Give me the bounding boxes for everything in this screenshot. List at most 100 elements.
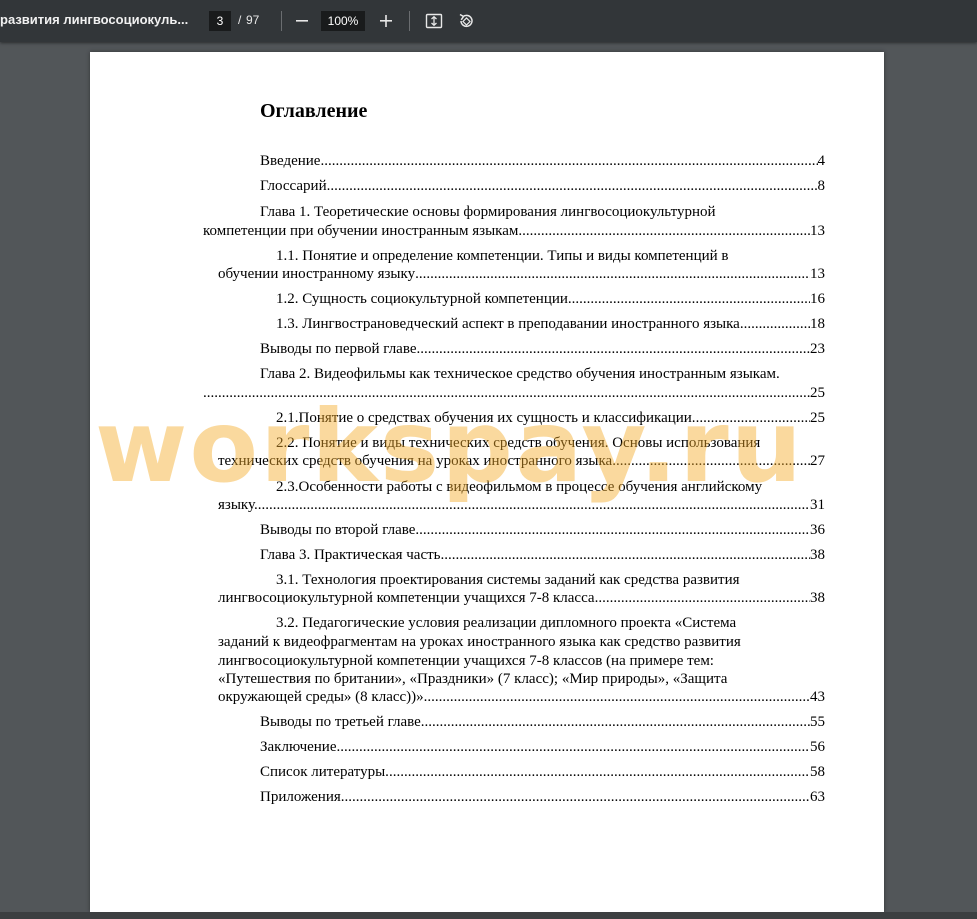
- toc-entry-page: 31: [810, 497, 825, 513]
- toc-entry-text: Список литературы.: [260, 764, 389, 780]
- toc-leader: [203, 384, 810, 403]
- toc-leader: [518, 222, 810, 241]
- toc-entry-line: 3.2. Педагогические условия реализации д…: [276, 615, 737, 631]
- toc-entry[interactable]: Глоссарий 8: [260, 177, 825, 196]
- zoom-out-icon: [296, 20, 308, 22]
- toc-entry-text: лингвосоциокультурной компетенции учащих…: [218, 590, 595, 606]
- toc-title: Оглавление: [260, 100, 368, 122]
- toc-entry-line: лингвосоциокультурной компетенции учащих…: [218, 653, 714, 669]
- toc-entry[interactable]: 1.2. Сущность социокультурной компетенци…: [276, 290, 825, 309]
- toc-entry-text: языку.: [218, 497, 258, 513]
- pdf-page: Оглавление Введение 4 Глоссарий 8 Глава 1…: [90, 52, 884, 912]
- toc-leader: [341, 788, 810, 807]
- toc-entry-line: «Путешествия по британии», «Праздники» (…: [218, 671, 728, 687]
- toc-entry-text: Выводы по второй главе: [260, 522, 416, 538]
- zoom-in-button[interactable]: [373, 8, 399, 34]
- toc-entry-page: 55: [810, 714, 825, 730]
- toc-entry-text: Глоссарий: [260, 178, 327, 194]
- fit-page-button[interactable]: [421, 8, 447, 34]
- toc-entry-line: 1.1. Понятие и определение компетенции. …: [276, 248, 729, 264]
- toc-entry[interactable]: технических средств обучения на уроках и…: [218, 452, 825, 471]
- toc-entry-line: 3.1. Технология проектирования системы з…: [276, 572, 740, 588]
- toc-leader: [616, 452, 810, 471]
- toc-entry-text: Выводы по первой главе: [260, 341, 417, 357]
- page-separator: /: [238, 13, 242, 27]
- toc-entry-page: 38: [810, 590, 825, 606]
- toc-entry-line: заданий к видеофрагментам на уроках инос…: [218, 634, 741, 650]
- toc-entry-text: Заключение: [260, 739, 337, 755]
- toc-entry-page: 13: [810, 266, 825, 282]
- toc-entry[interactable]: лингвосоциокультурной компетенции учащих…: [218, 589, 825, 608]
- toc-entry-text: Введение: [260, 153, 321, 169]
- toc-entry-line: 2.2. Понятие и виды технических средств …: [276, 435, 761, 451]
- toc-leader: [415, 265, 810, 284]
- toc-entry-text: 2.1.Понятие о средствах обучения их сущн…: [276, 410, 696, 426]
- toc-entry[interactable]: Список литературы. 58: [260, 763, 825, 782]
- toc-entry[interactable]: 25: [203, 384, 825, 403]
- toc-leader: [696, 409, 810, 428]
- toc-entry-page: 25: [810, 410, 825, 426]
- toolbar-divider: [281, 11, 282, 31]
- toc-entry-line: 2.3.Особенности работы с видеофильмом в …: [276, 479, 763, 495]
- toc-entry[interactable]: 2.1.Понятие о средствах обучения их сущн…: [276, 409, 825, 428]
- toc-entry-text: обучении иностранному языку: [218, 266, 416, 282]
- toc-entry-page: 36: [810, 522, 825, 538]
- toc-entry-text: Выводы по третьей главе: [260, 714, 421, 730]
- toc-entry-text: 1.2. Сущность социокультурной компетенци…: [276, 291, 572, 307]
- total-pages: 97: [246, 13, 260, 27]
- toc-entry-page: 63: [810, 789, 825, 805]
- toc-entry[interactable]: языку. 31: [218, 496, 825, 515]
- toc-entry-text: 1.3. Лингвострановедческий аспект в преп…: [276, 316, 740, 332]
- toc-leader: [389, 763, 810, 782]
- fit-page-icon: [425, 13, 443, 29]
- toc-entry[interactable]: Приложения 63: [260, 788, 825, 807]
- toc-entry[interactable]: Введение 4: [260, 152, 825, 171]
- toc-leader: [320, 152, 817, 171]
- toc-entry-text: окружающей среды» (8 класс))».: [218, 689, 428, 705]
- toc-leader: [441, 546, 811, 565]
- toc-entry-page: 18: [810, 316, 825, 332]
- toc-entry[interactable]: обучении иностранному языку 13: [218, 265, 825, 284]
- toc-leader: [415, 521, 810, 540]
- toc-entry-page: 43: [810, 689, 825, 705]
- toc-entry[interactable]: Выводы по третьей главе 55: [260, 713, 825, 732]
- toc-entry-page: 13: [810, 223, 825, 239]
- toc-entry-text: Глава 3. Практическая часть: [260, 547, 441, 563]
- toc-entry[interactable]: Выводы по второй главе 36: [260, 521, 825, 540]
- toc-leader: [572, 290, 810, 309]
- toc-entry[interactable]: Глава 3. Практическая часть 38: [260, 546, 825, 565]
- page-number-input[interactable]: 3: [209, 11, 231, 31]
- toc-leader: [258, 496, 810, 515]
- toc-entry[interactable]: окружающей среды» (8 класс))». 43: [218, 688, 825, 707]
- toc-entry-page: 16: [810, 291, 825, 307]
- toc-entry[interactable]: компетенции при обучении иностранным язы…: [203, 222, 825, 241]
- zoom-in-icon: [380, 15, 392, 27]
- toolbar-divider: [409, 11, 410, 31]
- toc-leader: [595, 589, 810, 608]
- zoom-level-input[interactable]: 100%: [321, 11, 365, 31]
- toc-entry-page: 4: [817, 153, 826, 169]
- toc-leader: [327, 177, 818, 196]
- toc-leader: [421, 713, 810, 732]
- toc-entry[interactable]: 1.3. Лингвострановедческий аспект в преп…: [276, 315, 825, 334]
- rotate-icon: [459, 13, 473, 28]
- toc-leader: [337, 738, 811, 757]
- pdf-toolbar: развития лингвосоциокуль... 3 / 97 100%: [0, 0, 977, 42]
- document-title: развития лингвосоциокуль...: [0, 12, 189, 27]
- toc-entry-page: 25: [810, 385, 825, 401]
- zoom-out-button[interactable]: [289, 8, 315, 34]
- toc-entry-text: компетенции при обучении иностранным язы…: [203, 223, 519, 239]
- toc-entry-page: 58: [810, 764, 825, 780]
- toc-entry-text: Приложения: [260, 789, 341, 805]
- toc-leader: [740, 315, 810, 334]
- toc-entry-page: 38: [810, 547, 825, 563]
- toc-leader: [417, 340, 811, 359]
- toc-entry-page: 23: [810, 341, 825, 357]
- toc-entry[interactable]: Выводы по первой главе 23: [260, 340, 825, 359]
- toc-entry[interactable]: Заключение 56: [260, 738, 825, 757]
- rotate-button[interactable]: [453, 8, 479, 34]
- toc-entry-page: 56: [810, 739, 825, 755]
- toc-leader: [427, 688, 810, 707]
- toc-entry-text: технических средств обучения на уроках и…: [218, 453, 616, 469]
- viewer-bottom-edge: [0, 912, 977, 919]
